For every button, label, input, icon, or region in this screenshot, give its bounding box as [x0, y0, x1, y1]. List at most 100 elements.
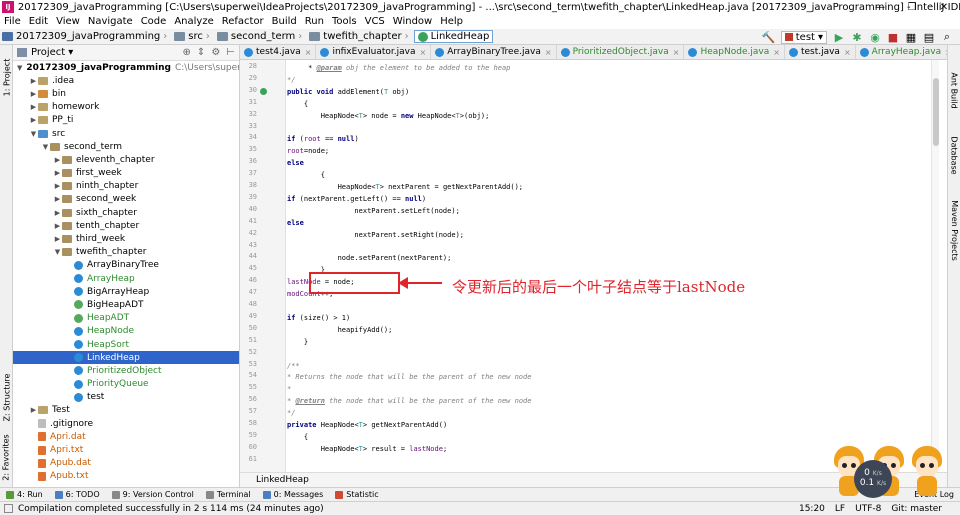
- maven-projects-tool-tab[interactable]: Maven Projects: [948, 195, 960, 265]
- close-icon[interactable]: ×: [773, 48, 780, 57]
- menu-run[interactable]: Run: [301, 16, 328, 27]
- tree-item[interactable]: test: [13, 391, 239, 404]
- tree-item[interactable]: ArrayBinaryTree: [13, 259, 239, 272]
- favorites-tool-tab[interactable]: 2: Favorites: [0, 430, 13, 485]
- code-line[interactable]: *: [287, 383, 291, 395]
- code-line[interactable]: nextParent.setRight(node);: [287, 229, 464, 241]
- tool-window-button[interactable]: 6: TODO: [49, 490, 106, 499]
- tool-window-button[interactable]: Terminal: [200, 490, 257, 499]
- project-structure-icon[interactable]: ▦: [903, 30, 919, 44]
- tree-item[interactable]: PrioritizedObject: [13, 364, 239, 377]
- caret-position[interactable]: 15:20: [799, 504, 825, 514]
- code-line[interactable]: * Returns the node that will be the pare…: [287, 371, 531, 383]
- tree-item[interactable]: HeapSort: [13, 338, 239, 351]
- menu-build[interactable]: Build: [268, 16, 301, 27]
- tree-item[interactable]: ▶ bin: [13, 87, 239, 100]
- chevron-right-icon[interactable]: ▶: [29, 90, 38, 98]
- code-line[interactable]: HeapNode< T > nextParent = getNextParentAd…: [287, 181, 523, 193]
- chevron-right-icon[interactable]: ▶: [53, 235, 62, 243]
- code-line[interactable]: if (nextParent.getLeft() == null): [287, 193, 426, 205]
- menu-navigate[interactable]: Navigate: [84, 16, 137, 27]
- code-line[interactable]: if (size() > 1): [287, 312, 350, 324]
- tool-window-button[interactable]: 4: Run: [0, 490, 49, 499]
- editor-tab[interactable]: ArrayHeap.java×: [856, 45, 947, 59]
- scroll-from-source-icon[interactable]: ⊕: [183, 47, 191, 58]
- scrollbar-thumb[interactable]: [933, 78, 939, 146]
- tree-item[interactable]: HeapADT: [13, 312, 239, 325]
- stop-icon[interactable]: ■: [885, 30, 901, 44]
- tree-item[interactable]: ▼ twefith_chapter: [13, 246, 239, 259]
- close-button[interactable]: ✕: [928, 0, 960, 14]
- menu-window[interactable]: Window: [389, 16, 436, 27]
- editor-tab[interactable]: test4.java ×: [240, 45, 317, 59]
- tree-item[interactable]: .gitignore: [13, 417, 239, 430]
- chevron-down-icon[interactable]: ▼: [53, 248, 62, 256]
- chevron-right-icon[interactable]: ▶: [29, 116, 38, 124]
- code-line[interactable]: private HeapNode< T > getNextParentAdd(): [287, 419, 447, 431]
- ant-build-tool-tab[interactable]: Ant Build: [948, 65, 960, 115]
- menu-help[interactable]: Help: [436, 16, 467, 27]
- code-line[interactable]: if (root == null): [287, 133, 359, 145]
- menu-analyze[interactable]: Analyze: [170, 16, 217, 27]
- editor-scrollbar[interactable]: [931, 60, 939, 472]
- collapse-all-icon[interactable]: ⇕: [197, 47, 205, 58]
- maximize-button[interactable]: ❐: [896, 0, 928, 14]
- chevron-right-icon[interactable]: ▶: [53, 195, 62, 203]
- chevron-right-icon[interactable]: ▶: [29, 77, 38, 85]
- code-line[interactable]: * @return the node that will be the pare…: [287, 395, 531, 407]
- debug-icon[interactable]: ✱: [849, 30, 865, 44]
- code-line[interactable]: * @param obj the element to be added to …: [287, 62, 510, 74]
- chevron-down-icon[interactable]: ▾: [68, 47, 73, 58]
- tree-item[interactable]: ▶ second_week: [13, 193, 239, 206]
- file-encoding[interactable]: UTF-8: [855, 504, 881, 514]
- editor-tab[interactable]: ArrayBinaryTree.java ×: [431, 45, 557, 59]
- tree-item[interactable]: ▶ ninth_chapter: [13, 180, 239, 193]
- code-line[interactable]: {: [287, 431, 308, 443]
- tree-item[interactable]: ▶ .idea: [13, 74, 239, 87]
- menu-vcs[interactable]: VCS: [361, 16, 389, 27]
- hide-panel-icon[interactable]: ⊢: [226, 47, 235, 58]
- menu-edit[interactable]: Edit: [25, 16, 52, 27]
- tree-item[interactable]: ArrayHeap: [13, 272, 239, 285]
- minimize-button[interactable]: —: [864, 0, 896, 14]
- tree-item[interactable]: HeapNode: [13, 325, 239, 338]
- tree-item[interactable]: ▼ 20172309_javaProgrammingC:\Users\superw…: [13, 61, 239, 74]
- code-line[interactable]: */: [287, 74, 295, 86]
- tree-item[interactable]: PriorityQueue: [13, 378, 239, 391]
- code-line[interactable]: HeapNode< T > node = new HeapNode< T >(obj);: [287, 110, 490, 122]
- vcs-branch[interactable]: Git: master: [891, 504, 942, 514]
- editor-tab[interactable]: infixEvaluator.java ×: [316, 45, 432, 59]
- nav-crumb[interactable]: 20172309_javaProgramming ›: [0, 31, 172, 42]
- code-line[interactable]: public void addElement(T obj): [287, 86, 409, 98]
- sdk-icon[interactable]: ▤: [921, 30, 937, 44]
- tree-item[interactable]: ▶ sixth_chapter: [13, 206, 239, 219]
- tree-item[interactable]: ▶ Test: [13, 404, 239, 417]
- database-tool-tab[interactable]: Database: [948, 130, 960, 180]
- code-line[interactable]: */: [287, 407, 295, 419]
- tree-item[interactable]: ▶ eleventh_chapter: [13, 153, 239, 166]
- menu-refactor[interactable]: Refactor: [218, 16, 268, 27]
- tree-item[interactable]: Apri.txt: [13, 443, 239, 456]
- coverage-icon[interactable]: ◉: [867, 30, 883, 44]
- chevron-right-icon[interactable]: ▶: [53, 222, 62, 230]
- editor-tab[interactable]: test.java ×: [785, 45, 856, 59]
- code-editor[interactable]: * @param obj the element to be added to …: [287, 60, 939, 472]
- implements-marker-icon[interactable]: [260, 87, 267, 95]
- close-icon[interactable]: ×: [420, 48, 427, 57]
- nav-crumb[interactable]: twefith_chapter ›: [307, 31, 413, 42]
- nav-crumb[interactable]: LinkedHeap: [413, 30, 494, 43]
- code-line[interactable]: HeapNode< T > result = lastNode;: [287, 443, 447, 455]
- structure-tool-tab[interactable]: Z: Structure: [0, 370, 13, 425]
- tree-item[interactable]: Apri.dat: [13, 430, 239, 443]
- editor-breadcrumb-item[interactable]: LinkedHeap: [256, 475, 309, 485]
- code-line[interactable]: nextParent.setLeft(node);: [287, 205, 459, 217]
- tree-item[interactable]: BigHeapADT: [13, 298, 239, 311]
- chevron-down-icon[interactable]: ▼: [17, 64, 22, 72]
- tool-window-button[interactable]: Statistic: [329, 490, 384, 499]
- chevron-right-icon[interactable]: ▶: [29, 103, 38, 111]
- tree-item[interactable]: ▼ src: [13, 127, 239, 140]
- code-line[interactable]: heapifyAdd();: [287, 324, 393, 336]
- editor-tab[interactable]: PrioritizedObject.java ×: [557, 45, 685, 59]
- tree-item[interactable]: BigArrayHeap: [13, 285, 239, 298]
- chevron-right-icon[interactable]: ▶: [53, 209, 62, 217]
